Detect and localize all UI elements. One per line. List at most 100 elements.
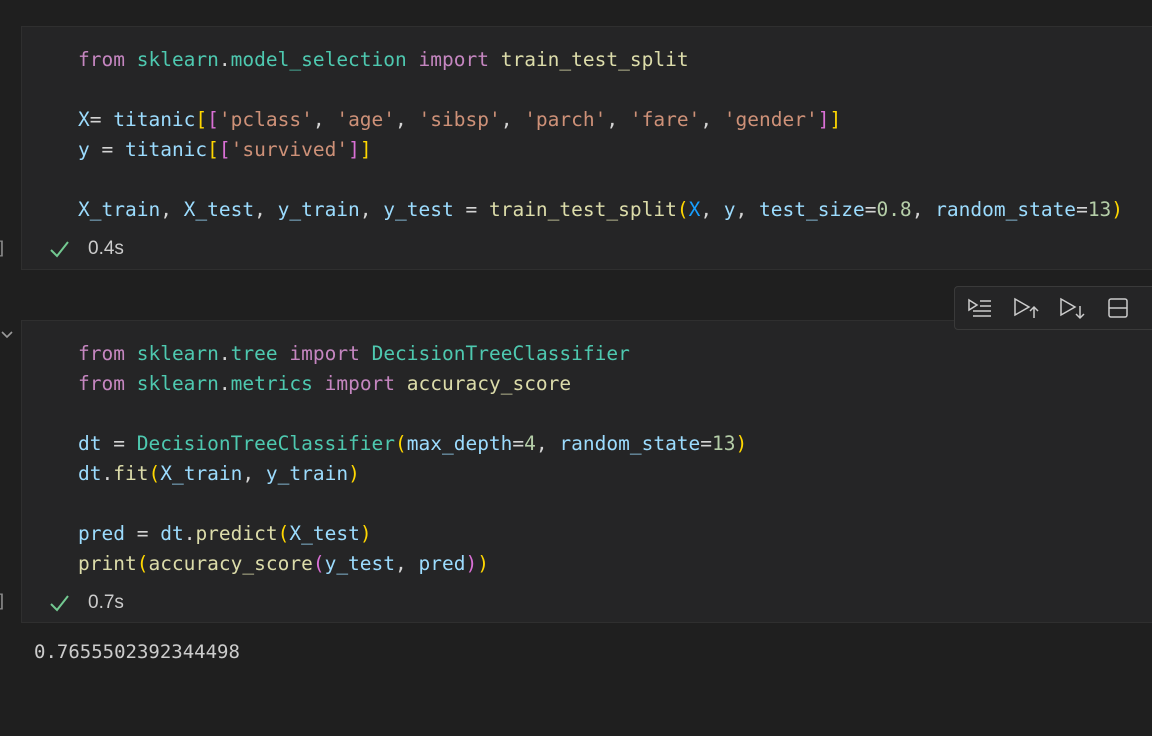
code-token: ] bbox=[829, 108, 842, 131]
code-token: , bbox=[700, 108, 724, 131]
code-token: dt bbox=[78, 462, 102, 485]
code-token: random_state bbox=[559, 432, 701, 455]
code-token: titanic bbox=[113, 108, 196, 131]
execute-below-icon[interactable] bbox=[1057, 293, 1087, 323]
code-token: max_depth bbox=[406, 432, 513, 455]
code-line: y = titanic[['survived']] bbox=[78, 135, 1123, 165]
code-token: = bbox=[453, 198, 489, 221]
code-line: from sklearn.tree import DecisionTreeCla… bbox=[78, 339, 747, 369]
code-line: pred = dt.predict(X_test) bbox=[78, 519, 747, 549]
code-token: , bbox=[911, 198, 936, 221]
code-token: from bbox=[78, 372, 125, 395]
code-token: y bbox=[723, 198, 736, 221]
code-token: = bbox=[89, 138, 125, 161]
code-line: from sklearn.model_selection import trai… bbox=[78, 45, 1123, 75]
code-token: , bbox=[735, 198, 760, 221]
code-token: accuracy_score bbox=[406, 372, 572, 395]
code-token: X bbox=[78, 108, 90, 131]
code-token: ) bbox=[477, 552, 489, 575]
code-token: = bbox=[89, 108, 114, 131]
code-cell-2[interactable]: from sklearn.tree import DecisionTreeCla… bbox=[21, 320, 1152, 623]
code-token: y_test bbox=[324, 552, 396, 575]
code-token: ( bbox=[148, 462, 161, 485]
code-token: accuracy_score bbox=[148, 552, 313, 575]
code-token: fit bbox=[113, 462, 149, 485]
code-token: X_train bbox=[160, 462, 243, 485]
code-token: y_test bbox=[383, 198, 454, 221]
code-token: ( bbox=[136, 552, 149, 575]
run-by-line-icon[interactable] bbox=[965, 293, 995, 323]
code-token: 4 bbox=[524, 432, 536, 455]
success-check-icon bbox=[50, 241, 69, 258]
chevron-down-icon[interactable] bbox=[0, 328, 14, 342]
code-token: sklearn bbox=[136, 48, 219, 71]
code-token: , bbox=[606, 108, 630, 131]
code-token: X_test bbox=[289, 522, 360, 545]
code-token: ) bbox=[359, 522, 372, 545]
code-token: . bbox=[218, 372, 231, 395]
code-token: = bbox=[1076, 198, 1088, 221]
code-token: ( bbox=[676, 198, 689, 221]
code-token: 'fare' bbox=[629, 108, 701, 131]
execution-time: 0.7s bbox=[88, 592, 124, 613]
code-token: 'age' bbox=[336, 108, 396, 131]
code-token: ] bbox=[359, 138, 372, 161]
code-token: X_train bbox=[78, 198, 161, 221]
code-token: model_selection bbox=[230, 48, 407, 71]
code-line: dt = DecisionTreeClassifier(max_depth=4,… bbox=[78, 429, 747, 459]
code-editor-cell-1[interactable]: from sklearn.model_selection import trai… bbox=[78, 45, 1123, 225]
code-token: ( bbox=[312, 552, 325, 575]
code-token: . bbox=[101, 462, 114, 485]
code-token: from bbox=[78, 342, 125, 365]
code-token: [ bbox=[218, 138, 231, 161]
execute-above-icon[interactable] bbox=[1011, 293, 1041, 323]
code-token: X bbox=[688, 198, 701, 221]
code-token: titanic bbox=[124, 138, 208, 161]
code-token: ) bbox=[735, 432, 748, 455]
code-token: 'pclass' bbox=[218, 108, 313, 131]
code-cell-1[interactable]: from sklearn.model_selection import trai… bbox=[21, 26, 1152, 270]
code-token: , bbox=[535, 432, 560, 455]
code-token: 'parch' bbox=[524, 108, 607, 131]
code-token: , bbox=[359, 198, 384, 221]
code-line: dt.fit(X_train, y_train) bbox=[78, 459, 747, 489]
code-token: [ bbox=[207, 108, 219, 131]
code-token: 'survived' bbox=[230, 138, 349, 161]
code-line: from sklearn.metrics import accuracy_sco… bbox=[78, 369, 747, 399]
code-line: print(accuracy_score(y_test, pred)) bbox=[78, 549, 747, 579]
code-token: DecisionTreeClassifier bbox=[371, 342, 630, 365]
code-token: sklearn bbox=[136, 342, 219, 365]
code-token: ( bbox=[395, 432, 407, 455]
code-token: = bbox=[124, 522, 161, 545]
code-token: [ bbox=[207, 138, 219, 161]
execution-count-bracket: ] bbox=[0, 591, 7, 612]
code-token: ) bbox=[1111, 198, 1124, 221]
code-token: 13 bbox=[1087, 198, 1112, 221]
code-token: [ bbox=[195, 108, 208, 131]
code-token: train_test_split bbox=[488, 198, 677, 221]
code-token: = bbox=[512, 432, 525, 455]
code-token: import bbox=[289, 342, 360, 365]
code-token: , bbox=[500, 108, 525, 131]
code-line: X_train, X_test, y_train, y_test = train… bbox=[78, 195, 1123, 225]
code-token: pred bbox=[78, 522, 125, 545]
code-token: = bbox=[700, 432, 713, 455]
code-token: X_test bbox=[183, 198, 255, 221]
success-check-icon bbox=[50, 595, 69, 612]
cell-status-2: 0.7s bbox=[48, 591, 124, 615]
code-token: , bbox=[242, 462, 266, 485]
code-token: print bbox=[78, 552, 137, 575]
code-token: = bbox=[864, 198, 877, 221]
code-token: . bbox=[218, 48, 231, 71]
code-editor-cell-2[interactable]: from sklearn.tree import DecisionTreeCla… bbox=[78, 339, 747, 579]
split-cell-icon[interactable] bbox=[1103, 293, 1133, 323]
